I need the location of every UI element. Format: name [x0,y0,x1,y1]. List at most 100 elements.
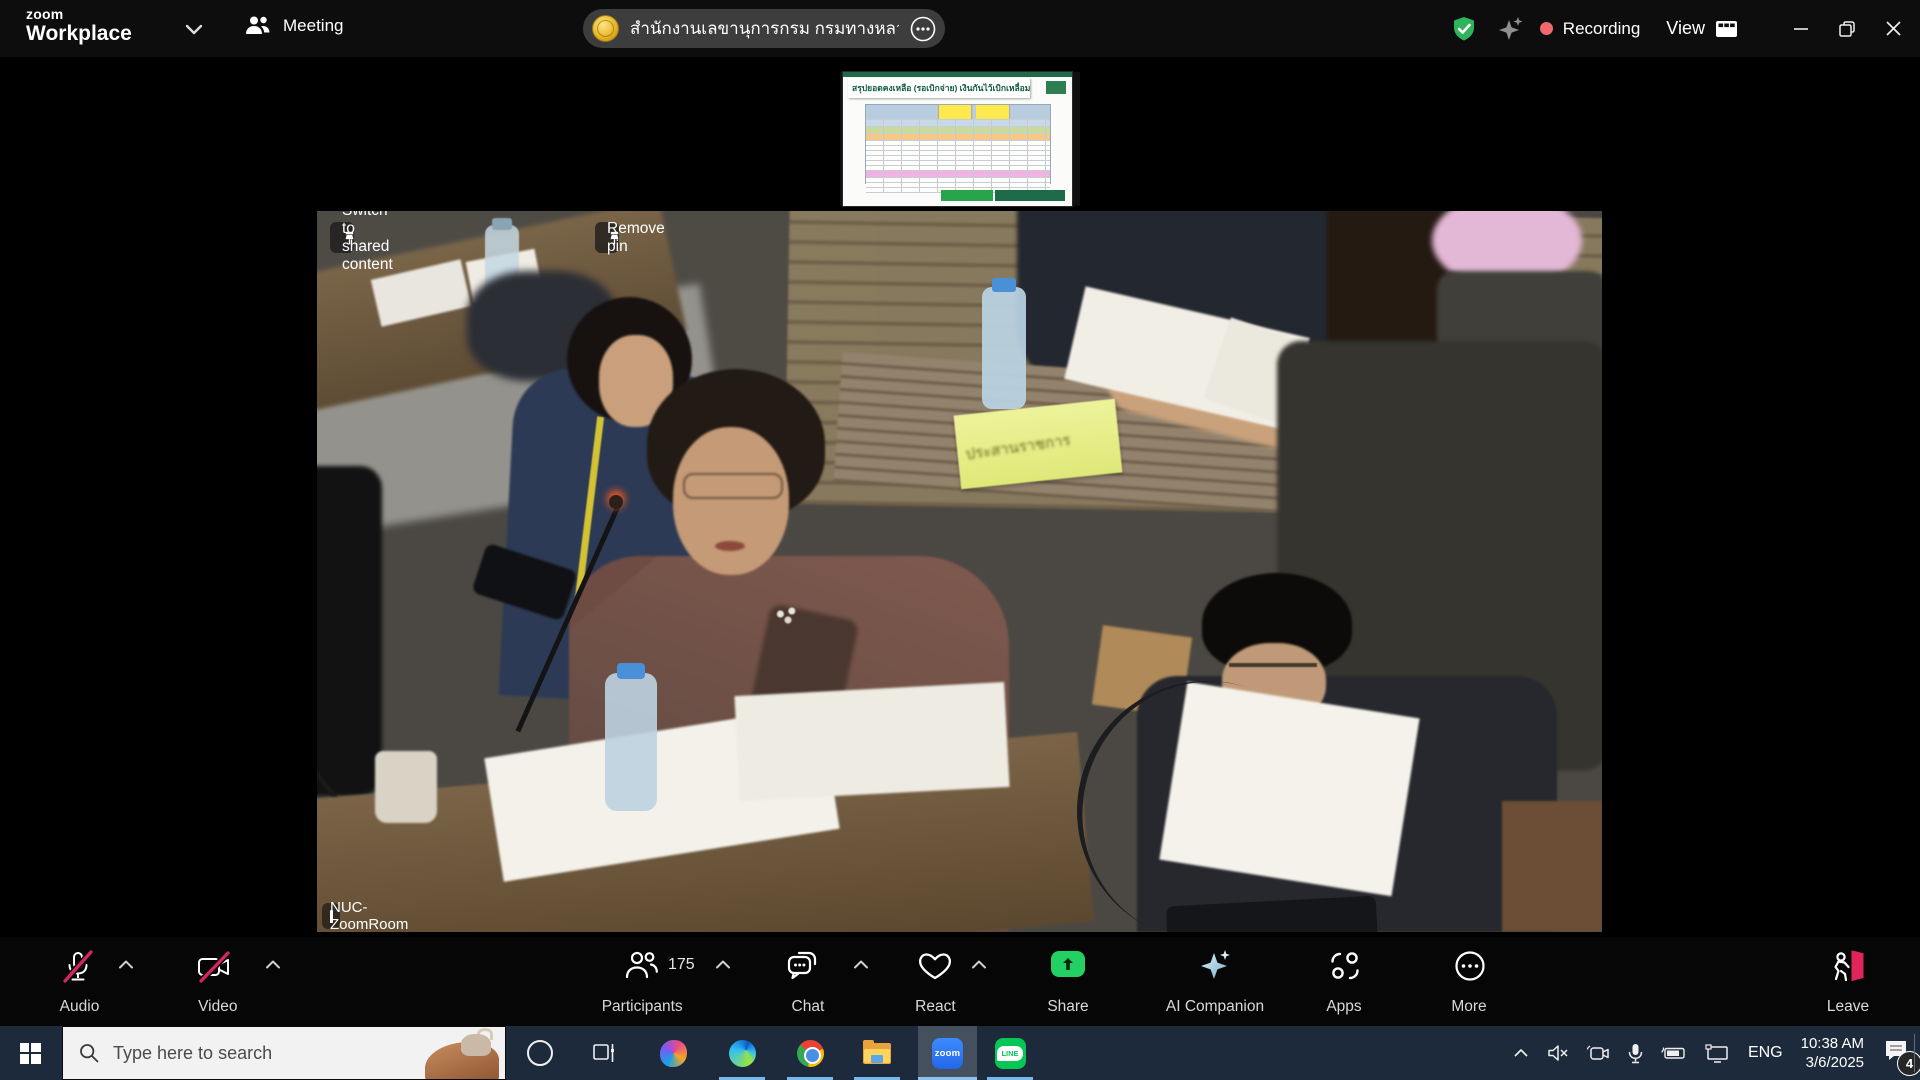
chevron-up-icon[interactable] [118,959,134,970]
zoom-app-icon: zoom [932,1038,963,1069]
taskbar-date: 3/6/2025 [1801,1053,1864,1073]
scene-man-glasses [1229,663,1317,667]
scene-brooch [769,599,807,629]
participants-label: Participants [602,998,683,1016]
chevron-up-icon[interactable] [715,959,731,970]
grid-view-icon [1715,19,1738,39]
file-explorer-button[interactable] [849,1026,905,1080]
line-app-button[interactable]: LINE [982,1026,1038,1080]
scene-water-bottle [605,673,657,811]
ellipsis-icon[interactable] [910,16,936,42]
remove-pin-button[interactable]: Remove pin [595,222,619,253]
slide-footer-box [941,190,993,201]
scene-speaker-face [673,427,789,575]
leave-door-icon [1828,949,1868,985]
mini-table-subheader [866,120,1050,127]
apps-icon [1327,949,1363,983]
tab-meeting[interactable]: Meeting [244,14,343,38]
ai-companion-label: AI Companion [1166,998,1264,1016]
sparkle-icon[interactable] [1496,14,1526,44]
show-desktop-divider[interactable] [1914,1034,1915,1072]
participants-count: 175 [668,956,695,974]
task-view-button[interactable] [576,1026,632,1080]
apps-button[interactable]: Apps [1308,937,1380,1026]
taskbar-clock[interactable]: 10:38 AM 3/6/2025 [1801,1034,1864,1073]
mic-tray-icon[interactable] [1628,1043,1643,1064]
shared-content-thumbnail[interactable]: สรุปยอดคงเหลือ (รอเบิกจ่าย) เงินกันไว้เบ… [840,72,1080,206]
participants-button[interactable]: 175 Participants [575,937,735,1026]
scene-speaker-mouth [715,541,745,551]
windows-logo-icon [20,1043,41,1064]
more-button[interactable]: More [1433,937,1505,1026]
pinned-video-feed[interactable]: ประสานราชการ Switch to shared c [317,211,1602,932]
language-indicator[interactable]: ENG [1748,1044,1783,1062]
meeting-tab-label: Meeting [283,16,343,36]
participants-icon [623,949,659,983]
view-button[interactable]: View [1666,18,1738,39]
participant-name-tag: NUC-ZoomRoom [322,903,340,929]
restore-button[interactable] [1824,0,1870,57]
audio-button[interactable]: Audio [30,937,140,1026]
chevron-up-icon[interactable] [265,959,281,970]
start-button[interactable] [0,1026,60,1080]
slide-footer-box2 [995,190,1065,201]
chevron-down-icon[interactable] [183,22,205,36]
title-bar: zoom Workplace Meeting สำนักงานเลขานุการ… [0,0,1920,57]
slide-title-chip [1046,81,1066,94]
scene-chair-left [317,466,382,796]
notification-badge: 4 [1897,1051,1920,1076]
cortana-icon [527,1040,553,1066]
zoom-workplace-window: zoom Workplace Meeting สำนักงานเลขานุการ… [0,0,1920,1080]
mini-table-section-row [866,134,1050,141]
react-button[interactable]: React [885,937,990,1026]
chat-button[interactable]: Chat [755,937,870,1026]
zoom-app-button-active[interactable]: zoom [918,1026,977,1080]
scene-microphone-tip [609,495,623,509]
meeting-avatar [592,15,619,42]
tray-chevron-up-icon[interactable] [1513,1048,1529,1058]
audio-label: Audio [60,998,100,1016]
more-icon [1452,949,1488,985]
edge-button[interactable] [714,1026,770,1080]
battery-icon[interactable] [1661,1045,1687,1061]
leave-button[interactable]: Leave [1808,937,1888,1026]
meeting-title-pill[interactable]: สำนักงานเลขานุการกรม กรมทางหลวง [583,9,945,48]
meeting-title: สำนักงานเลขานุการกรม กรมทางหลวง [630,15,899,42]
chevron-up-icon[interactable] [853,959,869,970]
zoom-workplace-logo: zoom Workplace [26,7,132,44]
minimize-button[interactable] [1778,0,1824,57]
recording-indicator: Recording [1540,19,1641,39]
scene-papers [734,682,1009,801]
monitor-icon[interactable] [1705,1044,1729,1063]
mic-muted-icon [60,949,96,985]
chrome-button[interactable] [782,1026,838,1080]
speaker-muted-icon[interactable] [1547,1044,1569,1062]
share-button[interactable]: Share [1028,937,1108,1026]
copilot-button[interactable] [645,1026,701,1080]
view-label: View [1666,18,1705,39]
close-icon[interactable] [1870,0,1916,57]
ai-companion-button[interactable]: AI Companion [1150,937,1280,1026]
share-arrow-icon [1051,951,1085,977]
chevron-up-icon[interactable] [971,959,987,970]
camera-tray-icon[interactable] [1587,1044,1610,1063]
cortana-button[interactable] [512,1026,568,1080]
system-tray: ENG 10:38 AM 3/6/2025 4 [1504,1026,1914,1080]
chrome-icon [797,1040,824,1067]
search-highlight-image[interactable] [419,1026,505,1080]
windows-taskbar: Type here to search zoom LINE [0,1026,1920,1080]
edge-icon [729,1040,756,1067]
taskbar-search[interactable]: Type here to search [62,1026,506,1080]
more-label: More [1451,998,1486,1016]
line-app-icon: LINE [995,1038,1026,1069]
switch-to-shared-content-button[interactable]: Switch to shared content [330,222,354,253]
slide-mini-table [865,104,1051,184]
apps-label: Apps [1326,998,1361,1016]
action-center-button[interactable]: 4 [1884,1039,1908,1067]
search-icon [79,1043,99,1063]
logo-workplace-text: Workplace [26,23,132,44]
chat-icon [785,949,821,983]
mini-table-header [866,105,1050,120]
video-button[interactable]: Video [165,937,285,1026]
shield-check-icon[interactable] [1450,15,1478,43]
